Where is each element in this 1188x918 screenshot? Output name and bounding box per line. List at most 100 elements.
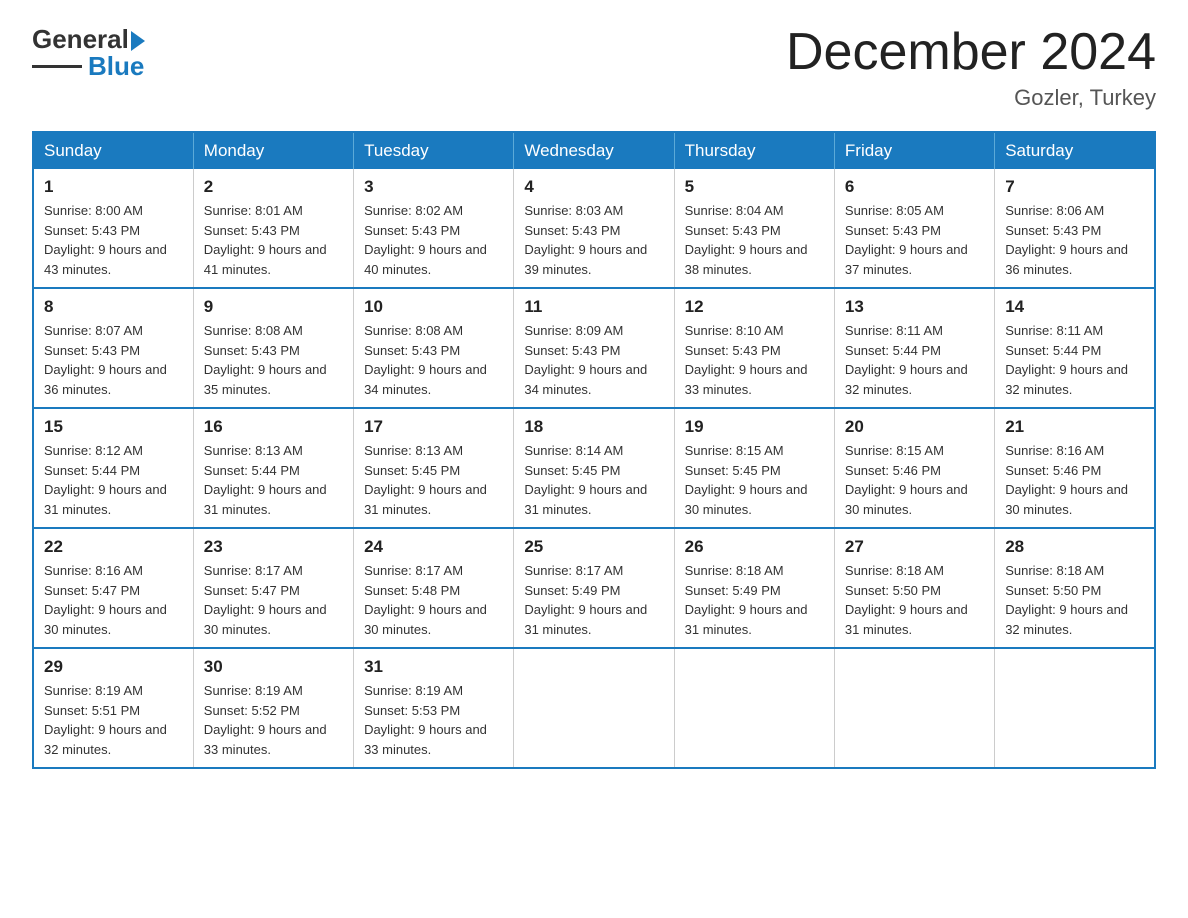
logo-blue-text: Blue [88,51,144,82]
calendar-cell: 25 Sunrise: 8:17 AM Sunset: 5:49 PM Dayl… [514,528,674,648]
day-number: 19 [685,417,824,437]
day-info: Sunrise: 8:04 AM Sunset: 5:43 PM Dayligh… [685,201,824,279]
day-info: Sunrise: 8:08 AM Sunset: 5:43 PM Dayligh… [204,321,343,399]
calendar-cell: 6 Sunrise: 8:05 AM Sunset: 5:43 PM Dayli… [834,169,994,288]
calendar-cell: 15 Sunrise: 8:12 AM Sunset: 5:44 PM Dayl… [33,408,193,528]
calendar-cell [995,648,1155,768]
day-number: 25 [524,537,663,557]
day-number: 28 [1005,537,1144,557]
day-number: 26 [685,537,824,557]
calendar-cell: 29 Sunrise: 8:19 AM Sunset: 5:51 PM Dayl… [33,648,193,768]
col-header-friday: Friday [834,132,994,169]
day-info: Sunrise: 8:17 AM Sunset: 5:47 PM Dayligh… [204,561,343,639]
day-number: 15 [44,417,183,437]
calendar-week-row: 22 Sunrise: 8:16 AM Sunset: 5:47 PM Dayl… [33,528,1155,648]
calendar-cell: 2 Sunrise: 8:01 AM Sunset: 5:43 PM Dayli… [193,169,353,288]
day-info: Sunrise: 8:08 AM Sunset: 5:43 PM Dayligh… [364,321,503,399]
day-info: Sunrise: 8:13 AM Sunset: 5:44 PM Dayligh… [204,441,343,519]
day-number: 21 [1005,417,1144,437]
calendar-cell: 5 Sunrise: 8:04 AM Sunset: 5:43 PM Dayli… [674,169,834,288]
day-number: 2 [204,177,343,197]
calendar-week-row: 8 Sunrise: 8:07 AM Sunset: 5:43 PM Dayli… [33,288,1155,408]
day-info: Sunrise: 8:03 AM Sunset: 5:43 PM Dayligh… [524,201,663,279]
col-header-tuesday: Tuesday [354,132,514,169]
day-number: 22 [44,537,183,557]
calendar-cell: 19 Sunrise: 8:15 AM Sunset: 5:45 PM Dayl… [674,408,834,528]
calendar-cell: 23 Sunrise: 8:17 AM Sunset: 5:47 PM Dayl… [193,528,353,648]
calendar-cell: 4 Sunrise: 8:03 AM Sunset: 5:43 PM Dayli… [514,169,674,288]
day-number: 12 [685,297,824,317]
day-info: Sunrise: 8:17 AM Sunset: 5:49 PM Dayligh… [524,561,663,639]
col-header-sunday: Sunday [33,132,193,169]
calendar-week-row: 15 Sunrise: 8:12 AM Sunset: 5:44 PM Dayl… [33,408,1155,528]
calendar-cell [514,648,674,768]
day-info: Sunrise: 8:11 AM Sunset: 5:44 PM Dayligh… [1005,321,1144,399]
day-number: 20 [845,417,984,437]
day-info: Sunrise: 8:18 AM Sunset: 5:49 PM Dayligh… [685,561,824,639]
day-number: 18 [524,417,663,437]
day-info: Sunrise: 8:09 AM Sunset: 5:43 PM Dayligh… [524,321,663,399]
day-info: Sunrise: 8:13 AM Sunset: 5:45 PM Dayligh… [364,441,503,519]
day-info: Sunrise: 8:17 AM Sunset: 5:48 PM Dayligh… [364,561,503,639]
col-header-saturday: Saturday [995,132,1155,169]
calendar-cell: 11 Sunrise: 8:09 AM Sunset: 5:43 PM Dayl… [514,288,674,408]
day-number: 30 [204,657,343,677]
day-number: 7 [1005,177,1144,197]
day-info: Sunrise: 8:16 AM Sunset: 5:47 PM Dayligh… [44,561,183,639]
day-number: 16 [204,417,343,437]
calendar-cell: 27 Sunrise: 8:18 AM Sunset: 5:50 PM Dayl… [834,528,994,648]
day-info: Sunrise: 8:02 AM Sunset: 5:43 PM Dayligh… [364,201,503,279]
location-text: Gozler, Turkey [786,85,1156,111]
calendar-cell: 14 Sunrise: 8:11 AM Sunset: 5:44 PM Dayl… [995,288,1155,408]
day-number: 5 [685,177,824,197]
day-info: Sunrise: 8:06 AM Sunset: 5:43 PM Dayligh… [1005,201,1144,279]
day-info: Sunrise: 8:14 AM Sunset: 5:45 PM Dayligh… [524,441,663,519]
day-info: Sunrise: 8:19 AM Sunset: 5:53 PM Dayligh… [364,681,503,759]
calendar-cell: 28 Sunrise: 8:18 AM Sunset: 5:50 PM Dayl… [995,528,1155,648]
day-number: 29 [44,657,183,677]
calendar-cell: 21 Sunrise: 8:16 AM Sunset: 5:46 PM Dayl… [995,408,1155,528]
day-number: 24 [364,537,503,557]
day-info: Sunrise: 8:05 AM Sunset: 5:43 PM Dayligh… [845,201,984,279]
calendar-cell: 26 Sunrise: 8:18 AM Sunset: 5:49 PM Dayl… [674,528,834,648]
day-number: 1 [44,177,183,197]
day-number: 9 [204,297,343,317]
day-number: 27 [845,537,984,557]
day-number: 31 [364,657,503,677]
calendar-cell: 7 Sunrise: 8:06 AM Sunset: 5:43 PM Dayli… [995,169,1155,288]
day-info: Sunrise: 8:15 AM Sunset: 5:45 PM Dayligh… [685,441,824,519]
day-info: Sunrise: 8:00 AM Sunset: 5:43 PM Dayligh… [44,201,183,279]
calendar-cell: 9 Sunrise: 8:08 AM Sunset: 5:43 PM Dayli… [193,288,353,408]
day-info: Sunrise: 8:11 AM Sunset: 5:44 PM Dayligh… [845,321,984,399]
day-number: 14 [1005,297,1144,317]
calendar-cell: 17 Sunrise: 8:13 AM Sunset: 5:45 PM Dayl… [354,408,514,528]
day-number: 23 [204,537,343,557]
day-number: 10 [364,297,503,317]
page-header: General Blue December 2024 Gozler, Turke… [32,24,1156,111]
calendar-cell: 20 Sunrise: 8:15 AM Sunset: 5:46 PM Dayl… [834,408,994,528]
day-info: Sunrise: 8:12 AM Sunset: 5:44 PM Dayligh… [44,441,183,519]
calendar-cell: 18 Sunrise: 8:14 AM Sunset: 5:45 PM Dayl… [514,408,674,528]
col-header-monday: Monday [193,132,353,169]
day-number: 4 [524,177,663,197]
calendar-header-row: SundayMondayTuesdayWednesdayThursdayFrid… [33,132,1155,169]
day-info: Sunrise: 8:18 AM Sunset: 5:50 PM Dayligh… [1005,561,1144,639]
day-info: Sunrise: 8:19 AM Sunset: 5:52 PM Dayligh… [204,681,343,759]
day-info: Sunrise: 8:18 AM Sunset: 5:50 PM Dayligh… [845,561,984,639]
col-header-wednesday: Wednesday [514,132,674,169]
calendar-cell: 12 Sunrise: 8:10 AM Sunset: 5:43 PM Dayl… [674,288,834,408]
day-info: Sunrise: 8:16 AM Sunset: 5:46 PM Dayligh… [1005,441,1144,519]
logo: General Blue [32,24,145,82]
calendar-cell: 10 Sunrise: 8:08 AM Sunset: 5:43 PM Dayl… [354,288,514,408]
calendar-cell: 30 Sunrise: 8:19 AM Sunset: 5:52 PM Dayl… [193,648,353,768]
calendar-week-row: 29 Sunrise: 8:19 AM Sunset: 5:51 PM Dayl… [33,648,1155,768]
day-number: 6 [845,177,984,197]
day-number: 13 [845,297,984,317]
day-number: 8 [44,297,183,317]
calendar-cell: 22 Sunrise: 8:16 AM Sunset: 5:47 PM Dayl… [33,528,193,648]
day-number: 11 [524,297,663,317]
calendar-cell [834,648,994,768]
calendar-week-row: 1 Sunrise: 8:00 AM Sunset: 5:43 PM Dayli… [33,169,1155,288]
calendar-cell [674,648,834,768]
month-title: December 2024 [786,24,1156,81]
